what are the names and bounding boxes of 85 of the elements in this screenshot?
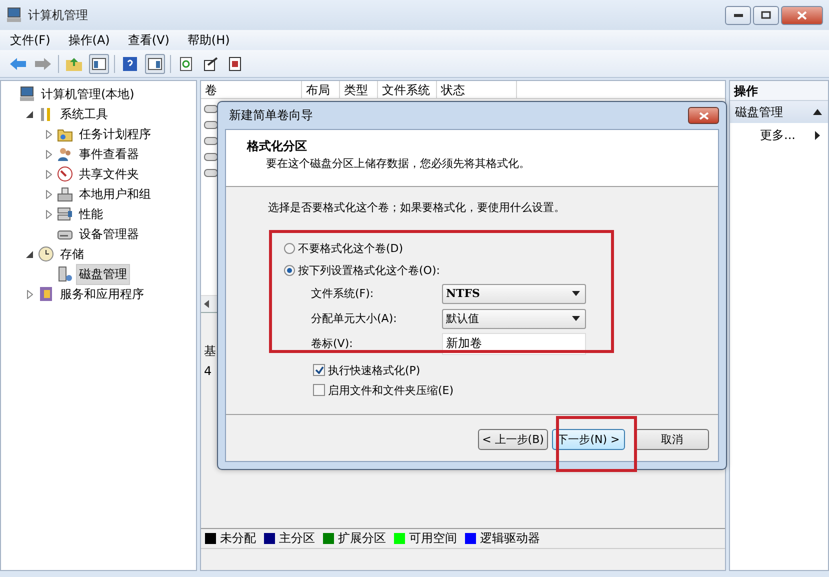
legend-label: 未分配	[220, 530, 256, 547]
minimize-button[interactable]	[725, 6, 751, 24]
wizard-button[interactable]: 取消	[635, 428, 709, 450]
dialog-title: 新建简单卷向导	[229, 107, 313, 124]
collapsed-arrow-icon[interactable]	[46, 170, 52, 178]
volume-icon	[204, 105, 218, 113]
checkbox[interactable]	[313, 364, 325, 376]
computer-icon	[6, 7, 22, 23]
column-header[interactable]: 类型	[340, 81, 378, 98]
volume-icon	[204, 153, 218, 161]
checkbox-option[interactable]: 执行快速格式化(P)	[268, 360, 718, 380]
volume-icon	[204, 121, 218, 129]
page-subtitle: 要在这个磁盘分区上储存数据，您必须先将其格式化。	[265, 156, 531, 171]
users-icon	[57, 146, 73, 162]
tree-item[interactable]: 计算机管理(本地)	[38, 84, 138, 104]
gauge-icon	[57, 166, 73, 182]
clock-icon	[38, 246, 54, 262]
device-icon	[57, 186, 73, 202]
checkbox-option[interactable]: 启用文件和文件夹压缩(E)	[268, 380, 718, 400]
volume-icon	[204, 137, 218, 145]
collapsed-arrow-icon[interactable]	[46, 210, 52, 218]
tree-item[interactable]: 任务计划程序	[76, 124, 154, 144]
collapsed-arrow-icon[interactable]	[46, 130, 52, 138]
column-header[interactable]: 卷	[201, 81, 302, 98]
tree-item[interactable]: 本地用户和组	[76, 184, 154, 204]
menu-item[interactable]: 帮助(H)	[187, 32, 230, 48]
prompt-text: 选择是否要格式化这个卷；如果要格式化，要使用什么设置。	[268, 200, 566, 215]
disk-info-text: 基	[204, 343, 216, 360]
tree-item[interactable]: 共享文件夹	[76, 164, 142, 184]
tree-item[interactable]: 存储	[57, 244, 87, 264]
field-label: 卷标(V):	[311, 336, 354, 351]
dropdown-arrow-icon	[572, 316, 580, 321]
action-item[interactable]: 更多...	[730, 123, 828, 147]
minimize-icon	[734, 14, 742, 16]
page-heading: 格式化分区	[247, 138, 308, 155]
legend-label: 扩展分区	[338, 530, 386, 547]
console-tree-button[interactable]	[89, 54, 109, 74]
dropdown-field[interactable]: NTFS	[442, 284, 586, 304]
maximize-button[interactable]	[753, 6, 779, 24]
wizard-button[interactable]: < 上一步(B)	[478, 428, 548, 450]
collapse-arrow-icon	[813, 109, 822, 115]
column-header[interactable]: 布局	[302, 81, 340, 98]
legend-label: 逻辑驱动器	[480, 530, 540, 547]
disk-info-text: 4	[204, 364, 212, 378]
close-icon	[797, 10, 807, 20]
action-pane-button[interactable]	[145, 54, 165, 74]
actions-section[interactable]: 磁盘管理	[730, 101, 828, 123]
dropdown-arrow-icon	[572, 291, 580, 296]
tree-item[interactable]: 服务和应用程序	[57, 284, 147, 304]
collapsed-arrow-icon[interactable]	[26, 290, 32, 298]
legend-label: 可用空间	[409, 530, 457, 547]
scroll-left-icon[interactable]	[204, 300, 209, 308]
field-label: 文件系统(F):	[311, 286, 375, 301]
radio-option[interactable]: 不要格式化这个卷(D)	[268, 237, 718, 259]
tree-item[interactable]: 事件查看器	[76, 144, 142, 164]
expanded-arrow-icon[interactable]	[26, 110, 33, 118]
storage-icon	[57, 206, 73, 222]
radio-option[interactable]: 按下列设置格式化这个卷(O):	[268, 259, 718, 281]
legend-label: 主分区	[279, 530, 315, 547]
close-icon	[698, 112, 708, 120]
column-header[interactable]: 文件系统	[378, 81, 437, 98]
checkbox[interactable]	[313, 384, 325, 396]
radio-button[interactable]	[284, 242, 295, 254]
tree-item[interactable]: 性能	[76, 204, 106, 224]
actions-title: 操作	[730, 81, 828, 101]
tree-item[interactable]: 系统工具	[57, 104, 111, 124]
computer-icon	[19, 86, 35, 102]
dropdown-field[interactable]: 默认值	[442, 308, 586, 328]
tree-item[interactable]: 设备管理器	[76, 224, 142, 244]
menu-item[interactable]: 操作(A)	[68, 32, 110, 48]
collapsed-arrow-icon[interactable]	[46, 150, 52, 158]
maximize-icon	[761, 11, 771, 19]
column-header[interactable]: 状态	[437, 81, 517, 98]
menu-item[interactable]: 文件(F)	[10, 32, 50, 48]
window-title: 计算机管理	[28, 6, 88, 24]
close-button[interactable]	[781, 6, 823, 24]
field-label: 分配单元大小(A):	[311, 311, 398, 326]
submenu-arrow-icon	[815, 130, 820, 140]
radio-button[interactable]	[284, 264, 295, 276]
expanded-arrow-icon[interactable]	[26, 250, 33, 258]
volume-icon	[204, 169, 218, 177]
menu-item[interactable]: 查看(V)	[128, 32, 170, 48]
tree-item[interactable]: 磁盘管理	[76, 264, 130, 284]
collapsed-arrow-icon[interactable]	[46, 190, 52, 198]
close-button[interactable]	[688, 107, 719, 124]
